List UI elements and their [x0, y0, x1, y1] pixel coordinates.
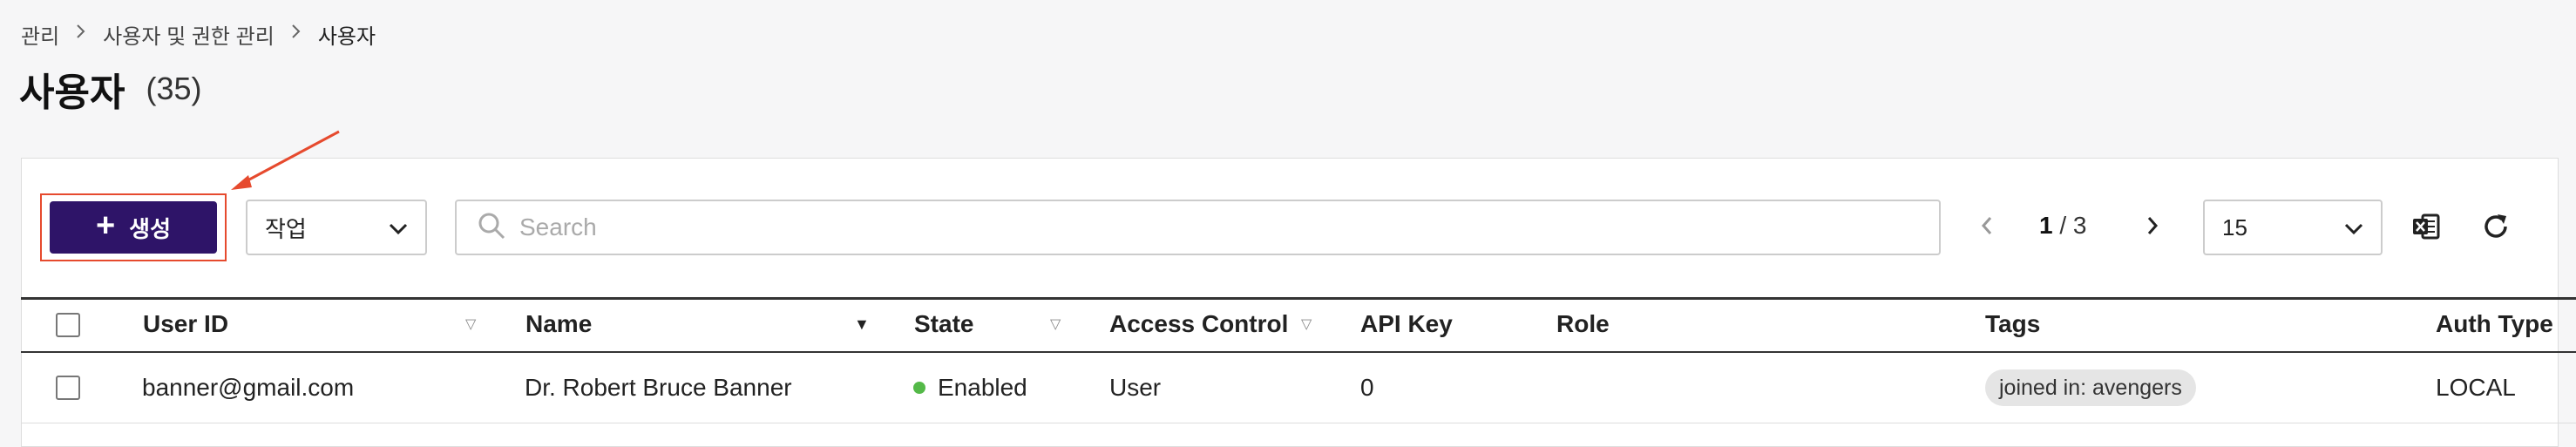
- create-button-label: 생성: [129, 215, 172, 242]
- column-header-access-control[interactable]: Access Control: [1109, 310, 1288, 338]
- page-size-select[interactable]: 15: [2203, 200, 2383, 255]
- column-header-role[interactable]: Role: [1556, 310, 1610, 338]
- user-count: (35): [146, 71, 202, 106]
- table-header-border: [21, 351, 2576, 353]
- status-dot-icon: [913, 381, 925, 394]
- sort-icon[interactable]: ▽: [1301, 315, 1312, 333]
- column-header-api-key[interactable]: API Key: [1360, 310, 1453, 338]
- select-all-checkbox[interactable]: [56, 313, 80, 337]
- sort-icon[interactable]: ▽: [1050, 315, 1061, 333]
- prev-page-button[interactable]: [1980, 207, 1994, 247]
- action-select[interactable]: 작업: [246, 200, 427, 255]
- page-title: 사용자: [19, 71, 125, 114]
- cell-state: Enabled: [913, 374, 1027, 402]
- chevron-right-icon: [75, 23, 87, 45]
- current-page: 1: [2039, 212, 2053, 239]
- search-input[interactable]: [518, 213, 1828, 242]
- plus-icon: +: [95, 207, 116, 244]
- column-header-name[interactable]: Name: [525, 310, 592, 338]
- cell-auth-type: LOCAL: [2436, 374, 2516, 401]
- page-separator: /: [2052, 212, 2073, 239]
- column-header-user-id[interactable]: User ID: [143, 310, 228, 338]
- state-label: Enabled: [938, 374, 1027, 401]
- chevron-down-icon: [2344, 214, 2363, 241]
- row-checkbox[interactable]: [56, 376, 80, 400]
- breadcrumb-item-admin[interactable]: 관리: [21, 19, 59, 50]
- cell-api-key: 0: [1360, 374, 1374, 401]
- page-indicator: 1 / 3: [2039, 212, 2087, 240]
- page-header: 사용자 (35): [19, 61, 201, 117]
- excel-icon: [2410, 211, 2442, 247]
- next-page-button[interactable]: [2146, 207, 2159, 247]
- table-top-border: [21, 297, 2576, 300]
- chevron-right-icon: [290, 23, 302, 45]
- cell-name: Dr. Robert Bruce Banner: [525, 374, 792, 401]
- column-header-auth-type[interactable]: Auth Type: [2436, 310, 2553, 338]
- breadcrumb-item-user-permission[interactable]: 사용자 및 권한 관리: [103, 19, 275, 50]
- column-header-tags[interactable]: Tags: [1985, 310, 2040, 338]
- chevron-left-icon: [1980, 215, 1994, 240]
- create-button[interactable]: + 생성: [50, 201, 217, 254]
- refresh-icon: [2480, 211, 2512, 247]
- action-select-value: 작업: [265, 215, 307, 242]
- tag-badge: joined in: avengers: [1985, 369, 2196, 406]
- column-header-state[interactable]: State: [914, 310, 973, 338]
- sort-icon[interactable]: ▽: [465, 315, 476, 333]
- page-size-value: 15: [2222, 213, 2247, 240]
- total-pages: 3: [2072, 212, 2087, 239]
- breadcrumb: 관리 사용자 및 권한 관리 사용자: [21, 19, 376, 49]
- breadcrumb-item-current: 사용자: [317, 24, 376, 49]
- excel-export-button[interactable]: [2407, 209, 2445, 247]
- search-field[interactable]: [455, 200, 1941, 255]
- cell-user-id[interactable]: banner@gmail.com: [142, 374, 354, 402]
- cell-access-control: User: [1109, 374, 1162, 401]
- chevron-right-icon: [2146, 215, 2159, 240]
- search-icon: [478, 212, 505, 244]
- sort-desc-icon[interactable]: ▼: [854, 315, 870, 334]
- refresh-button[interactable]: [2477, 209, 2515, 247]
- chevron-down-icon: [389, 214, 408, 241]
- annotation-arrow: [231, 130, 340, 190]
